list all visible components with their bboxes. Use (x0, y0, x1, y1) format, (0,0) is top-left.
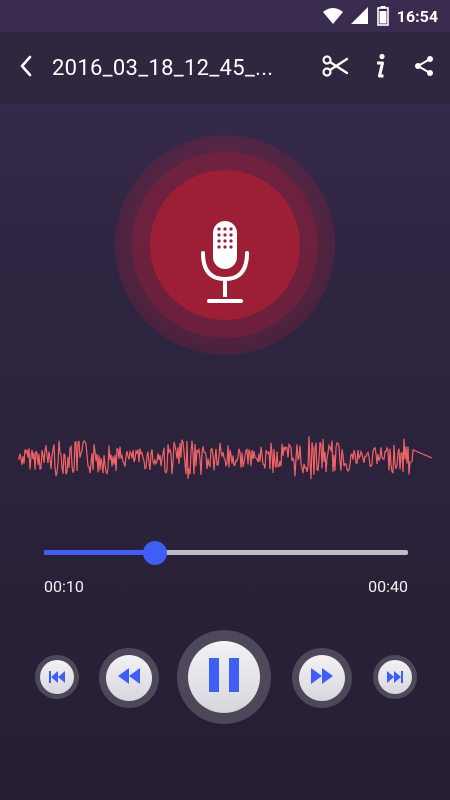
button-ring (35, 655, 79, 699)
pause-button[interactable] (177, 630, 271, 724)
skip-next-button[interactable] (373, 655, 417, 699)
fast-forward-button[interactable] (292, 648, 352, 708)
waveform-path (18, 436, 432, 480)
button-ring (373, 655, 417, 699)
button-ring (292, 648, 352, 708)
button-ring (99, 648, 159, 708)
trim-button[interactable] (314, 40, 358, 96)
chevron-left-icon (18, 54, 34, 82)
audio-waveform (18, 436, 432, 480)
seek-progress (44, 550, 156, 555)
battery-icon (376, 6, 389, 26)
total-time: 00:40 (368, 577, 408, 596)
recording-visual (0, 104, 450, 404)
info-button[interactable] (358, 40, 402, 96)
rewind-icon (118, 668, 140, 688)
microphone-icon (197, 217, 253, 311)
status-time: 16:54 (396, 6, 438, 26)
back-button[interactable] (2, 40, 50, 96)
share-icon (412, 54, 436, 82)
wifi-icon (322, 7, 343, 25)
current-time: 00:10 (44, 577, 84, 596)
seek-thumb[interactable] (143, 541, 168, 565)
button-face (40, 660, 74, 694)
button-face (188, 641, 260, 713)
button-ring (177, 630, 271, 724)
status-bar: 16:54 (0, 0, 450, 32)
share-button[interactable] (402, 40, 446, 96)
button-face (106, 655, 152, 701)
button-face (299, 655, 345, 701)
scissors-icon (322, 54, 350, 82)
rewind-button[interactable] (99, 648, 159, 708)
recording-title: 2016_03_18_12_45_... (52, 55, 274, 81)
fast-forward-icon (311, 668, 333, 688)
seek-bar[interactable] (44, 540, 408, 566)
info-icon (373, 53, 387, 83)
signal-icon (350, 7, 369, 25)
button-face (378, 660, 412, 694)
skip-previous-icon (49, 668, 65, 687)
app-bar: 2016_03_18_12_45_... (0, 32, 450, 104)
pause-icon (209, 658, 239, 696)
skip-next-icon (387, 668, 403, 687)
skip-previous-button[interactable] (35, 655, 79, 699)
